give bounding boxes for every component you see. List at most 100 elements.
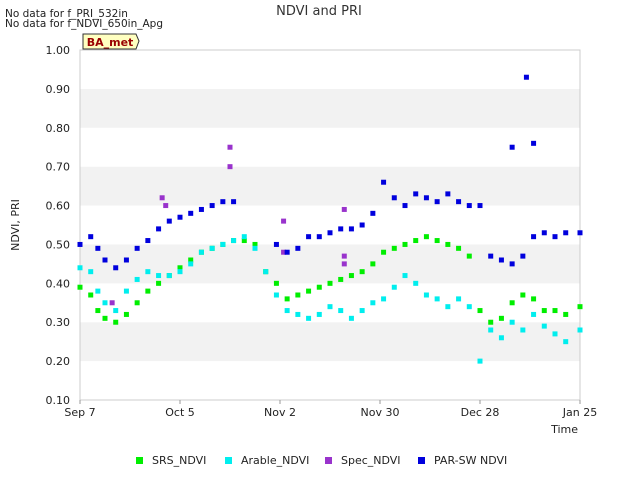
srs-ndvi-point bbox=[477, 308, 483, 314]
spec-ndvi-point bbox=[227, 144, 233, 150]
grid-band bbox=[80, 205, 580, 245]
srs-ndvi-point bbox=[423, 234, 429, 240]
par-sw-ndvi-point bbox=[209, 203, 215, 209]
srs-ndvi-point bbox=[88, 292, 94, 298]
par-sw-ndvi-point bbox=[113, 265, 119, 271]
par-sw-ndvi-point bbox=[413, 191, 419, 197]
srs-ndvi-point bbox=[520, 292, 526, 298]
grid-band bbox=[80, 127, 580, 167]
spec-ndvi-point bbox=[163, 203, 169, 209]
par-sw-ndvi-point bbox=[370, 210, 376, 216]
par-sw-ndvi-point bbox=[273, 241, 279, 247]
arable-ndvi-point bbox=[509, 319, 515, 325]
arable-ndvi-point bbox=[370, 300, 376, 306]
arable-ndvi-point bbox=[520, 327, 526, 333]
arable-ndvi-point bbox=[88, 269, 94, 275]
x-axis-label: Time bbox=[550, 423, 578, 436]
grid-band bbox=[80, 244, 580, 284]
srs-ndvi-point bbox=[359, 269, 365, 275]
srs-ndvi-point bbox=[102, 315, 108, 321]
par-sw-ndvi-point bbox=[563, 230, 569, 236]
arable-ndvi-point bbox=[188, 261, 194, 267]
arable-ndvi-point bbox=[145, 269, 151, 275]
y-tick-label: 0.70 bbox=[46, 161, 71, 174]
grid-band bbox=[80, 361, 580, 400]
grid-bands bbox=[80, 50, 580, 400]
x-tick-label: Nov 30 bbox=[361, 406, 400, 419]
arable-ndvi-point bbox=[113, 308, 119, 314]
spec-ndvi-point bbox=[227, 164, 233, 170]
par-sw-ndvi-point bbox=[488, 253, 494, 259]
par-sw-ndvi-point bbox=[338, 226, 344, 232]
par-sw-ndvi-point bbox=[188, 210, 194, 216]
arable-ndvi-point bbox=[434, 296, 440, 302]
arable-ndvi-point bbox=[348, 315, 354, 321]
grid-band bbox=[80, 166, 580, 206]
par-sw-ndvi-point bbox=[156, 226, 162, 232]
srs-ndvi-point bbox=[284, 296, 290, 302]
par-sw-ndvi-point bbox=[123, 257, 129, 263]
x-tick-label: Jan 25 bbox=[562, 406, 597, 419]
legend: SRS_NDVI Arable_NDVI Spec_NDVI PAR-SW NDVI bbox=[136, 454, 507, 467]
arable-ndvi-point bbox=[402, 273, 408, 279]
par-sw-ndvi-point bbox=[220, 199, 226, 205]
par-sw-ndvi-point bbox=[348, 226, 354, 232]
par-sw-ndvi-point bbox=[327, 230, 333, 236]
arable-ndvi-point bbox=[577, 327, 583, 333]
grid-band bbox=[80, 88, 580, 128]
arable-ndvi-point bbox=[541, 323, 547, 329]
y-tick-label: 0.60 bbox=[46, 200, 71, 213]
arable-ndvi-point bbox=[123, 288, 129, 294]
srs-ndvi-point bbox=[145, 288, 151, 294]
par-sw-ndvi-point bbox=[520, 253, 526, 259]
par-sw-ndvi-point bbox=[95, 245, 101, 251]
x-tick-label: Dec 28 bbox=[461, 406, 500, 419]
arable-ndvi-point bbox=[359, 308, 365, 314]
srs-ndvi-point bbox=[466, 253, 472, 259]
arable-ndvi-point bbox=[327, 304, 333, 310]
par-sw-ndvi-point bbox=[359, 222, 365, 228]
y-axis-label: NDVI, PRI bbox=[9, 199, 22, 251]
arable-ndvi-point bbox=[273, 292, 279, 298]
srs-ndvi-point bbox=[370, 261, 376, 267]
par-sw-ndvi-point bbox=[177, 214, 183, 220]
srs-ndvi-point bbox=[541, 308, 547, 314]
arable-ndvi-point bbox=[563, 339, 569, 345]
spec-ndvi-point bbox=[281, 218, 287, 224]
y-tick-label: 1.00 bbox=[46, 44, 71, 57]
arable-ndvi-point bbox=[209, 245, 215, 251]
par-sw-ndvi-point bbox=[552, 234, 558, 240]
arable-ndvi-point bbox=[445, 304, 451, 310]
legend-label-srs-ndvi: SRS_NDVI bbox=[152, 454, 206, 467]
srs-ndvi-point bbox=[563, 311, 569, 317]
x-tick-label: Sep 7 bbox=[64, 406, 95, 419]
grid-band bbox=[80, 283, 580, 323]
arable-ndvi-point bbox=[316, 311, 322, 317]
arable-ndvi-point bbox=[413, 280, 419, 286]
par-sw-ndvi-point bbox=[541, 230, 547, 236]
par-sw-ndvi-point bbox=[316, 234, 322, 240]
arable-ndvi-point bbox=[252, 245, 258, 251]
par-sw-ndvi-point bbox=[198, 206, 204, 212]
legend-swatch-arable-ndvi bbox=[225, 457, 232, 464]
arable-ndvi-point bbox=[284, 308, 290, 314]
y-tick-label: 0.40 bbox=[46, 277, 71, 290]
par-sw-ndvi-point bbox=[88, 234, 94, 240]
srs-ndvi-point bbox=[391, 245, 397, 251]
arable-ndvi-point bbox=[231, 238, 237, 244]
y-axis: 0.100.200.300.400.500.600.700.800.901.00 bbox=[46, 44, 71, 407]
arable-ndvi-point bbox=[381, 296, 387, 302]
legend-label-par-sw-ndvi: PAR-SW NDVI bbox=[434, 454, 507, 467]
srs-ndvi-point bbox=[577, 304, 583, 310]
x-tick-label: Nov 2 bbox=[264, 406, 296, 419]
y-tick-label: 0.20 bbox=[46, 355, 71, 368]
x-axis: Sep 7 Oct 5 Nov 2 Nov 30 Dec 28 Jan 25 bbox=[64, 400, 597, 419]
srs-ndvi-point bbox=[381, 249, 387, 255]
srs-ndvi-point bbox=[445, 241, 451, 247]
par-sw-ndvi-point bbox=[284, 249, 290, 255]
srs-ndvi-point bbox=[434, 238, 440, 244]
arable-ndvi-point bbox=[220, 241, 226, 247]
par-sw-ndvi-point bbox=[509, 261, 515, 267]
legend-swatch-par-sw-ndvi bbox=[418, 457, 425, 464]
grid-band bbox=[80, 50, 580, 89]
